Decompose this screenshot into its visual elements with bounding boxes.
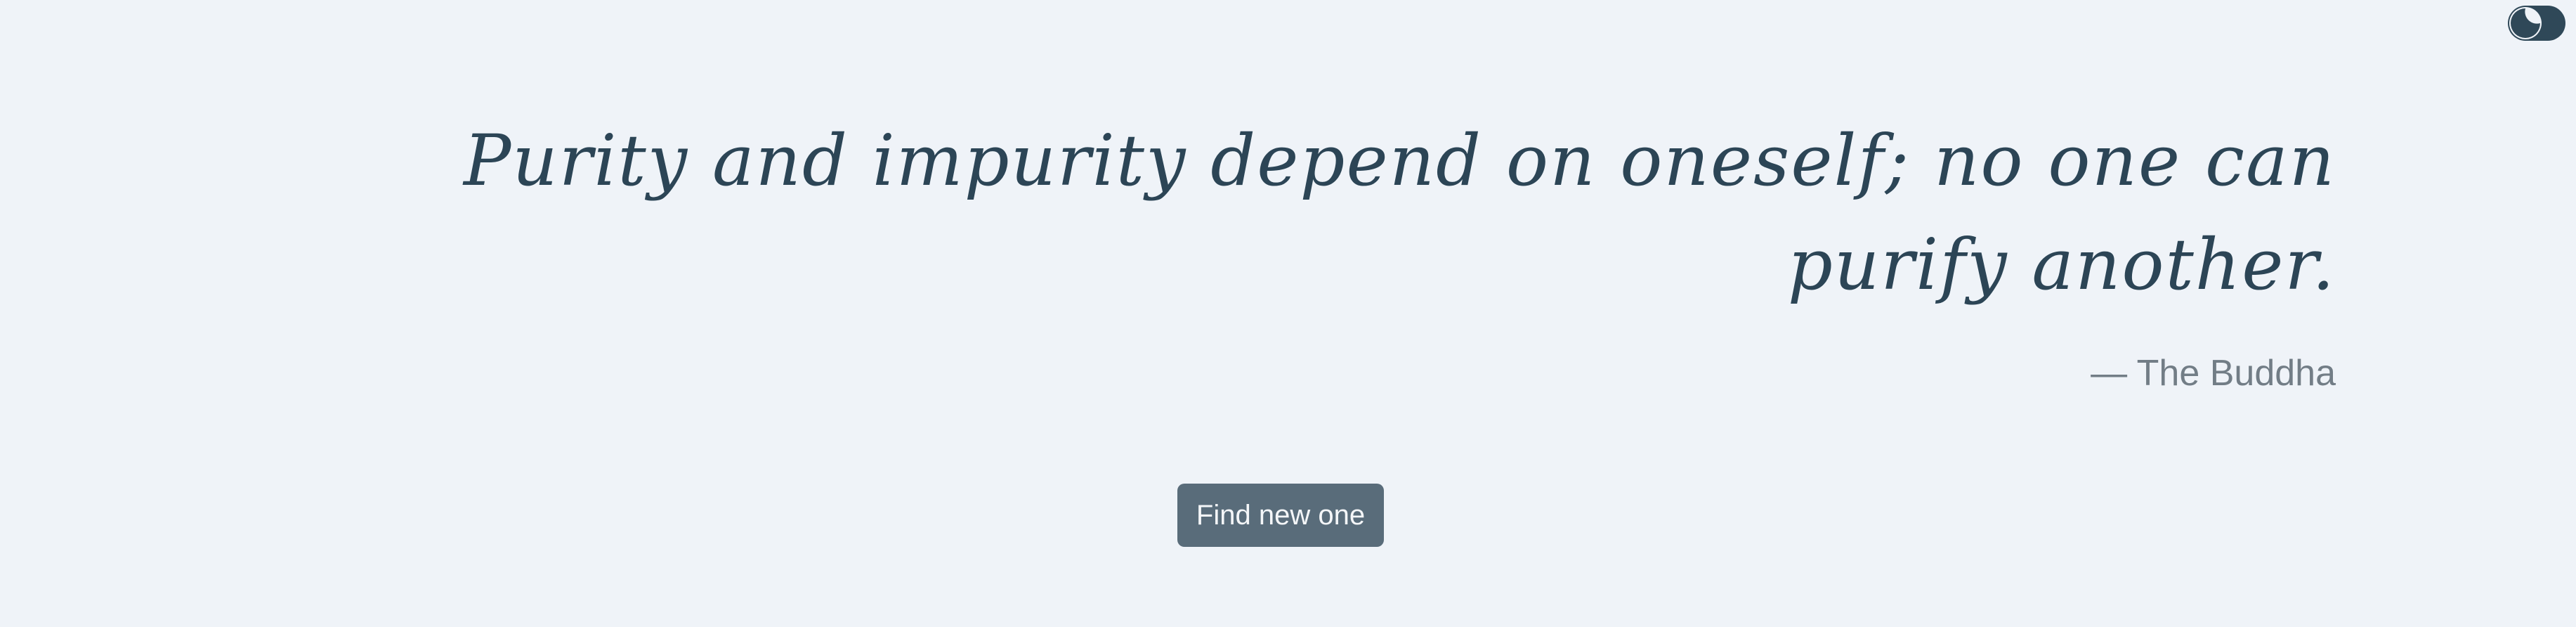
find-new-quote-button[interactable]: Find new one xyxy=(1177,484,1384,547)
theme-toggle[interactable] xyxy=(2508,6,2565,41)
moon-icon xyxy=(2511,8,2540,38)
toggle-knob xyxy=(2509,7,2542,39)
quote-author: — The Buddha xyxy=(2091,353,2336,394)
quote-block: Purity and impurity depend on oneself; n… xyxy=(316,109,2336,394)
quote-text: Purity and impurity depend on oneself; n… xyxy=(464,119,2336,306)
